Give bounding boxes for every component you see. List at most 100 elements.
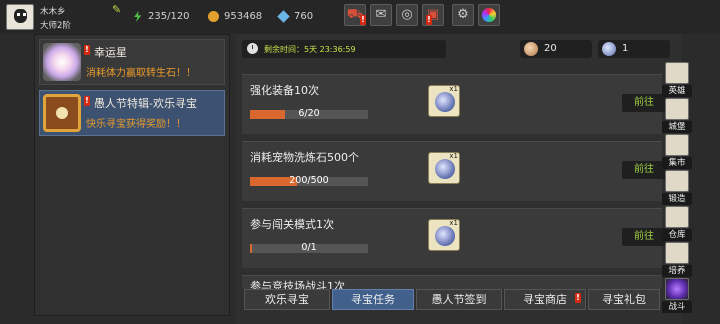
tab-label: 寻宝商店 — [523, 293, 567, 306]
side-nav-forge[interactable]: 锻造 — [662, 170, 692, 206]
castle-icon — [665, 98, 689, 120]
reward-count: x1 — [449, 219, 458, 227]
clock-icon — [247, 43, 258, 54]
reward-count: x1 — [449, 152, 458, 160]
task-row: 强化装备10次 6/20 x1 前往 — [242, 74, 666, 134]
diamond-value: 760 — [294, 11, 314, 22]
tab-april-fools-signin[interactable]: 愚人节签到 — [416, 289, 502, 310]
side-nav-market[interactable]: 集市 — [662, 134, 692, 170]
gear-icon: ⚙ — [457, 7, 469, 22]
activity-treasure-hunt[interactable]: ! 愚人节特辑-欢乐寻宝 快乐寻宝获得奖励！！ — [39, 90, 225, 136]
tab-happy-treasure[interactable]: 欢乐寻宝 — [244, 289, 330, 310]
task-name: 参与闯关模式1次 — [250, 218, 334, 231]
task-panel: 剩余时间：5天 23:36:59 20 1 强化装备10次 6/20 x1 前往… — [236, 34, 682, 324]
side-nav-label: 城堡 — [662, 121, 692, 133]
tab-treasure-tasks[interactable]: 寻宝任务 — [332, 289, 414, 310]
task-progress-text: 200/500 — [289, 175, 329, 186]
star-icon — [43, 43, 81, 81]
goto-button[interactable]: 前往 — [622, 161, 666, 179]
top-bar: 木木乡 大师2阶 ✎ 235/120 953468 760 ⛟ ! ✉ ◎ ▣ … — [0, 0, 720, 34]
task-progress-text: 0/1 — [301, 242, 317, 253]
lightning-icon — [134, 11, 142, 22]
side-nav-label: 战斗 — [662, 301, 692, 313]
cultivate-icon — [665, 242, 689, 264]
notification-badge: ! — [426, 15, 432, 25]
shop-cart-button[interactable]: ⛟ ! — [344, 4, 366, 26]
color-wheel-icon — [482, 8, 496, 22]
gold-coin-icon — [208, 11, 219, 22]
gem-resource: 1 — [598, 40, 670, 58]
notification-badge: ! — [84, 96, 90, 106]
chest-emblem — [56, 107, 68, 119]
edit-icon[interactable]: ✎ — [112, 4, 124, 16]
tab-treasure-shop[interactable]: 寻宝商店 ! — [504, 289, 586, 310]
notification-badge: ! — [84, 45, 90, 55]
player-name: 木木乡 — [40, 7, 66, 17]
activity-title: 愚人节特辑-欢乐寻宝 — [94, 97, 197, 110]
activity-desc: 快乐寻宝获得奖励！！ — [86, 119, 186, 130]
activity-lucky-star[interactable]: ! 幸运星 消耗体力赢取转生石！！ — [39, 39, 225, 85]
gem-orb-icon — [435, 159, 455, 179]
side-nav-label: 英雄 — [662, 85, 692, 97]
gem-orb-icon — [435, 226, 455, 246]
reward-item[interactable]: x1 — [428, 85, 460, 117]
settings-button[interactable]: ⚙ — [452, 4, 474, 26]
side-nav-battle[interactable]: 战斗 — [662, 278, 692, 314]
reward-count: x1 — [449, 85, 458, 93]
side-nav-label: 培养 — [662, 265, 692, 277]
gem-orb-icon — [435, 92, 455, 112]
activity-list: ! 幸运星 消耗体力赢取转生石！！ ! 愚人节特辑-欢乐寻宝 快乐寻宝获得奖励！… — [34, 34, 230, 316]
countdown-text: 剩余时间：5天 23:36:59 — [264, 45, 356, 54]
side-nav-label: 集市 — [662, 157, 692, 169]
gamepad-button[interactable]: ◎ — [396, 4, 418, 26]
hero-icon — [665, 62, 689, 84]
side-nav-storage[interactable]: 仓库 — [662, 206, 692, 242]
storage-icon — [665, 206, 689, 228]
pearl-resource: 20 — [520, 40, 592, 58]
notification-badge: ! — [360, 15, 366, 25]
activity-title: 幸运星 — [94, 46, 127, 59]
gold-value: 953468 — [224, 11, 263, 22]
task-progress-text: 6/20 — [298, 108, 320, 119]
goto-button[interactable]: 前往 — [622, 228, 666, 246]
mail-icon: ✉ — [375, 7, 387, 22]
task-name: 强化装备10次 — [250, 84, 319, 97]
task-row: 消耗宠物洗炼石500个 200/500 x1 前往 — [242, 141, 666, 201]
side-nav-castle[interactable]: 城堡 — [662, 98, 692, 134]
gem-orb-icon — [602, 42, 616, 56]
diamond-stat: 760 — [277, 9, 338, 24]
energy-stat: 235/120 — [132, 9, 202, 24]
notification-badge: ! — [575, 293, 581, 303]
diamond-icon — [277, 10, 290, 23]
side-nav-cultivate[interactable]: 培养 — [662, 242, 692, 278]
avatar-eye — [23, 13, 26, 16]
side-nav-label: 仓库 — [662, 229, 692, 241]
activity-desc: 消耗体力赢取转生石！！ — [86, 68, 196, 79]
avatar[interactable] — [6, 4, 34, 30]
task-row: 参与闯关模式1次 0/1 x1 前往 — [242, 208, 666, 268]
anvil-icon — [665, 170, 689, 192]
task-row: 参与竞技场战斗1次 — [242, 275, 662, 289]
task-name: 参与竞技场战斗1次 — [250, 280, 345, 289]
pearl-icon — [524, 42, 538, 56]
side-nav-hero[interactable]: 英雄 — [662, 62, 692, 98]
mail-button[interactable]: ✉ — [370, 4, 392, 26]
reward-item[interactable]: x1 — [428, 219, 460, 251]
side-nav-label: 锻造 — [662, 193, 692, 205]
gift-button[interactable]: ▣ ! — [422, 4, 444, 26]
gold-stat: 953468 — [208, 9, 278, 24]
task-name: 消耗宠物洗炼石500个 — [250, 151, 359, 164]
color-wheel-button[interactable] — [478, 4, 500, 26]
gem-count: 1 — [622, 43, 629, 54]
avatar-eye — [17, 13, 20, 16]
battle-icon — [665, 278, 689, 300]
market-icon — [665, 134, 689, 156]
reward-item[interactable]: x1 — [428, 152, 460, 184]
pearl-count: 20 — [544, 43, 557, 54]
player-rank: 大师2阶 — [40, 21, 71, 31]
energy-value: 235/120 — [148, 11, 190, 22]
avatar-face-icon — [14, 9, 27, 23]
goto-button[interactable]: 前往 — [622, 94, 666, 112]
tab-treasure-gift[interactable]: 寻宝礼包 — [588, 289, 660, 310]
countdown-bar: 剩余时间：5天 23:36:59 — [242, 40, 446, 58]
